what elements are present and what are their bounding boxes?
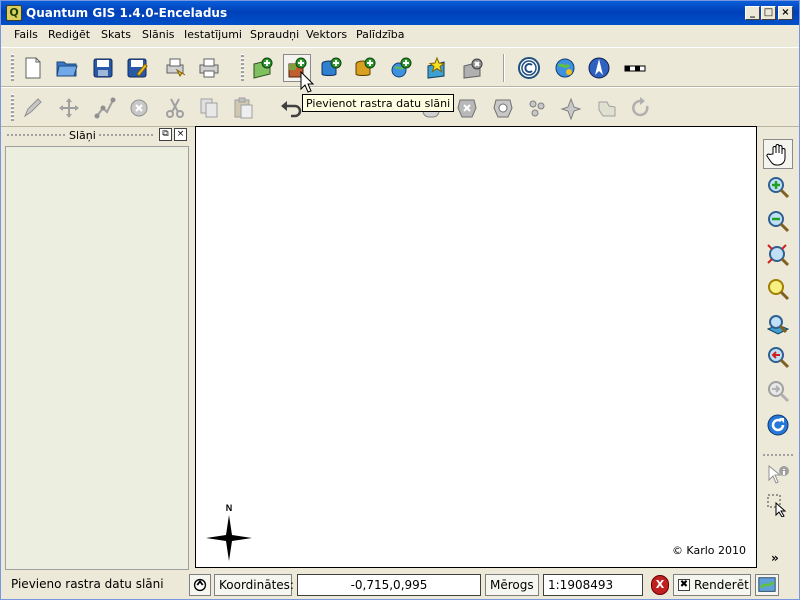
zoom-next-icon[interactable] xyxy=(763,376,793,406)
layers-panel: Slāņi ⧉ × xyxy=(3,126,191,570)
delete-part-icon[interactable] xyxy=(523,94,551,122)
minimize-button[interactable]: _ xyxy=(745,6,760,20)
print-composer-icon[interactable] xyxy=(161,54,189,82)
render-checkbox[interactable]: ✖ xyxy=(678,579,690,591)
menu-bar: Fails Rediģēt Skats Slānis Iestatījumi S… xyxy=(1,25,799,47)
print-icon[interactable] xyxy=(195,54,223,82)
refresh-icon[interactable] xyxy=(763,410,793,440)
zoom-out-icon[interactable] xyxy=(763,206,793,236)
toolbar-separator xyxy=(503,54,505,82)
menu-file[interactable]: Fails xyxy=(14,28,38,41)
menu-view[interactable]: Skats xyxy=(101,28,131,41)
new-project-icon[interactable] xyxy=(19,54,47,82)
coordinate-toggle-icon[interactable] xyxy=(189,574,211,596)
copyright-label: © Karlo 2010 xyxy=(671,544,746,557)
add-island-icon[interactable] xyxy=(453,94,481,122)
qgis-window: Q Quantum GIS 1.4.0-Enceladus _ □ × Fail… xyxy=(0,0,800,600)
menu-edit[interactable]: Rediģēt xyxy=(48,28,90,41)
menu-plugins[interactable]: Spraudņi xyxy=(250,28,299,41)
scale-field[interactable]: 1:1908493 xyxy=(543,574,643,596)
move-feature-icon[interactable] xyxy=(55,94,83,122)
cut-features-icon[interactable] xyxy=(161,94,189,122)
remove-layer-icon[interactable] xyxy=(459,54,487,82)
scale-bar-icon[interactable] xyxy=(621,54,649,82)
copyright-label-icon[interactable] xyxy=(515,54,543,82)
layers-panel-title: Slāņi xyxy=(69,129,96,142)
stop-rendering-button[interactable]: X xyxy=(651,575,669,595)
layer-list[interactable] xyxy=(5,146,189,570)
panel-grip xyxy=(99,134,155,136)
float-panel-button[interactable]: ⧉ xyxy=(159,128,172,141)
delete-selected-icon[interactable] xyxy=(125,94,153,122)
zoom-in-icon[interactable] xyxy=(763,172,793,202)
add-spatialite-layer-icon[interactable] xyxy=(351,54,379,82)
toggle-editing-icon[interactable] xyxy=(19,94,47,122)
add-postgis-layer-icon[interactable] xyxy=(317,54,345,82)
node-tool-icon[interactable] xyxy=(91,94,119,122)
north-arrow-icon: N xyxy=(206,503,252,561)
save-project-icon[interactable] xyxy=(89,54,117,82)
tooltip: Pievienot rastra datu slāni xyxy=(302,94,455,112)
toolbar-grip[interactable] xyxy=(241,54,244,82)
undo-icon[interactable] xyxy=(277,94,305,122)
menu-help[interactable]: Palīdzība xyxy=(356,28,405,41)
menu-layer[interactable]: Slānis xyxy=(142,28,175,41)
status-bar: Pievieno rastra datu slāni Koordinātes: … xyxy=(1,570,799,600)
merge-features-icon[interactable] xyxy=(593,94,621,122)
zoom-full-icon[interactable] xyxy=(763,240,793,270)
toolbar-grip[interactable] xyxy=(11,54,14,82)
map-navigation-toolbar: » xyxy=(759,126,797,569)
zoom-last-icon[interactable] xyxy=(763,342,793,372)
layers-panel-header[interactable]: Slāņi ⧉ × xyxy=(3,126,191,144)
close-button[interactable]: × xyxy=(778,6,793,20)
north-label: N xyxy=(226,503,233,513)
file-layer-toolbar xyxy=(1,47,799,87)
panel-grip xyxy=(7,134,65,136)
map-canvas[interactable]: N © Karlo 2010 xyxy=(195,126,757,568)
window-title: Quantum GIS 1.4.0-Enceladus xyxy=(26,6,228,20)
close-panel-button[interactable]: × xyxy=(174,128,187,141)
menu-vector[interactable]: Vektors xyxy=(306,28,347,41)
georeferencer-icon[interactable] xyxy=(551,54,579,82)
paste-features-icon[interactable] xyxy=(229,94,257,122)
toolbar-grip[interactable] xyxy=(763,454,793,456)
coordinates-field[interactable]: -0,715,0,995 xyxy=(297,574,481,596)
add-vector-layer-icon[interactable] xyxy=(249,54,277,82)
menu-settings[interactable]: Iestatījumi xyxy=(184,28,242,41)
maximize-button[interactable]: □ xyxy=(761,6,776,20)
add-wms-layer-icon[interactable] xyxy=(387,54,415,82)
render-label: Renderēt xyxy=(694,578,749,592)
save-as-icon[interactable] xyxy=(123,54,151,82)
identify-icon[interactable] xyxy=(763,460,793,490)
select-features-icon[interactable] xyxy=(763,490,793,520)
pan-icon[interactable] xyxy=(763,139,793,169)
scale-label: Mērogs xyxy=(485,574,539,596)
delete-ring-icon[interactable] xyxy=(489,94,517,122)
status-message: Pievieno rastra datu slāni xyxy=(11,577,164,591)
app-icon[interactable]: Q xyxy=(6,5,22,21)
open-project-icon[interactable] xyxy=(53,54,81,82)
render-toggle[interactable]: ✖ Renderēt xyxy=(673,574,751,596)
title-bar[interactable]: Q Quantum GIS 1.4.0-Enceladus _ □ × xyxy=(1,1,799,25)
coordinates-label: Koordinātes: xyxy=(214,574,294,596)
split-features-icon[interactable] xyxy=(557,94,585,122)
mouse-cursor-icon xyxy=(300,71,314,93)
toolbar-grip[interactable] xyxy=(11,94,14,122)
redo-icon[interactable] xyxy=(627,94,655,122)
zoom-to-layer-icon[interactable] xyxy=(763,310,793,340)
new-vector-layer-icon[interactable] xyxy=(423,54,451,82)
projection-icon[interactable] xyxy=(755,574,779,596)
toolbar-overflow-button[interactable]: » xyxy=(771,551,779,565)
copy-features-icon[interactable] xyxy=(195,94,223,122)
north-arrow-icon[interactable] xyxy=(585,54,613,82)
zoom-to-selection-icon[interactable] xyxy=(763,274,793,304)
